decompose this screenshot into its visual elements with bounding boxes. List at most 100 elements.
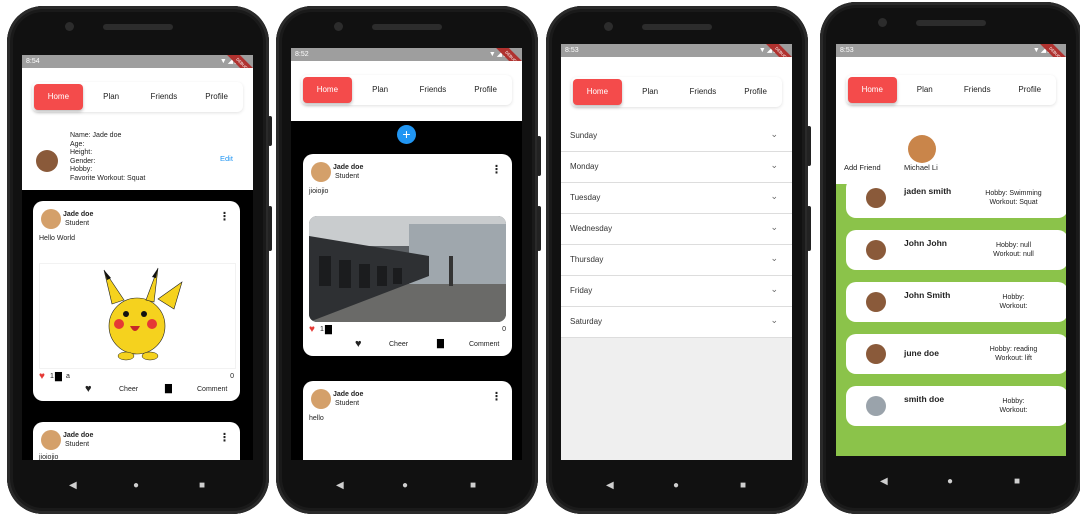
tab-plan[interactable]: Plan [87,84,136,110]
recents-icon[interactable]: ■ [740,480,746,491]
tab-plan[interactable]: Plan [901,77,950,103]
edit-button[interactable]: Edit [220,154,233,163]
day-row-tuesday[interactable]: Tuesday ⌄ [561,183,792,214]
back-icon[interactable]: ◀ [606,480,614,491]
speaker [372,24,442,30]
comment-count: a [66,373,70,380]
heart-filled-icon[interactable]: ♥ [309,324,315,335]
friend-name: Michael Li [904,163,938,172]
chevron-down-icon: ⌄ [770,129,778,139]
tab-friends[interactable]: Friends [140,84,189,110]
comment-total: 0 [502,326,506,333]
recents-icon[interactable]: ■ [1014,476,1020,487]
back-icon[interactable]: ◀ [69,480,77,491]
friend-hobby: Hobby: [1002,398,1025,405]
comment-button[interactable]: Comment [197,386,227,393]
feed: + Jade doe Student ⋮ jioiojio ♥ 1 ▇ 0 ♥ … [291,121,522,460]
more-vert-icon[interactable]: ⋮ [491,392,502,403]
friend-avatar-icon [866,396,886,416]
profile-height: Height: [70,149,93,156]
friend-card[interactable]: smith doe Hobby: Workout: [846,386,1066,426]
more-vert-icon[interactable]: ⋮ [219,212,230,223]
more-vert-icon[interactable]: ⋮ [219,433,230,444]
recents-icon[interactable]: ■ [199,480,205,491]
header: Home Plan Friends Profile [561,57,792,121]
day-label: Sunday [570,131,598,140]
user-avatar-icon [41,430,61,450]
home-icon[interactable]: ● [402,480,408,491]
day-row-thursday[interactable]: Thursday ⌄ [561,245,792,276]
comment-button[interactable]: Comment [469,341,499,348]
heart-filled-icon[interactable]: ♥ [39,371,45,382]
like-count: 1 [50,373,54,380]
screen: 8:52 ▼◢▮ DEBUG Home Plan Friends Profile… [291,48,522,460]
tab-home[interactable]: Home [303,77,352,103]
chat-icon[interactable]: ▇ [55,371,62,382]
home-icon[interactable]: ● [947,476,953,487]
back-icon[interactable]: ◀ [880,476,888,487]
comment-icon[interactable]: ▇ [437,338,444,349]
phone-friends: 8:53 ▼◢▮ DEBUG Home Plan Friends Profile… [820,2,1080,514]
chat-icon[interactable]: ▇ [325,324,332,335]
back-icon[interactable]: ◀ [336,480,344,491]
phone-plan: 8:53 ▼◢▮ DEBUG Home Plan Friends Profile… [546,6,811,514]
post-image [309,216,506,322]
friend-card[interactable]: june doe Hobby: reading Workout: lift [846,334,1066,374]
tab-home[interactable]: Home [573,79,622,105]
tab-profile[interactable]: Profile [731,79,780,105]
add-post-button[interactable]: + [397,125,416,144]
home-icon[interactable]: ● [673,480,679,491]
profile-avatar [36,150,58,172]
day-label: Wednesday [570,224,613,233]
friend-avatar[interactable] [908,135,936,163]
android-nav-bar: ◀ ● ■ [7,462,269,514]
chevron-down-icon: ⌄ [770,284,778,294]
tab-home[interactable]: Home [848,77,897,103]
tab-plan[interactable]: Plan [356,77,405,103]
tab-friends[interactable]: Friends [409,77,458,103]
more-vert-icon[interactable]: ⋮ [491,165,502,176]
day-row-wednesday[interactable]: Wednesday ⌄ [561,214,792,245]
tab-profile[interactable]: Profile [461,77,510,103]
day-row-friday[interactable]: Friday ⌄ [561,276,792,307]
home-icon[interactable]: ● [133,480,139,491]
friends-header: Home Plan Friends Profile Add Friend Mic… [836,57,1066,184]
chevron-down-icon: ⌄ [770,160,778,170]
user-avatar-icon [311,162,331,182]
tab-profile[interactable]: Profile [192,84,241,110]
tab-friends[interactable]: Friends [679,79,728,105]
post-role: Student [335,400,360,407]
friend-card[interactable]: John John Hobby: null Workout: null [846,230,1066,270]
phone-home: 8:54 ▼◢▮ DEBUG Home Plan Friends Profile… [7,6,272,514]
friend-avatar-icon [866,344,886,364]
friend-hobby: Hobby: reading [989,346,1038,353]
tab-plan[interactable]: Plan [626,79,675,105]
cheer-button[interactable]: Cheer [119,386,138,393]
day-label: Friday [570,286,593,295]
tab-friends[interactable]: Friends [953,77,1002,103]
volume-button [807,126,811,166]
tab-profile[interactable]: Profile [1006,77,1055,103]
day-label: Saturday [570,317,603,326]
add-friend-button[interactable]: Add Friend [844,163,881,172]
status-time: 8:52 [295,51,309,58]
gym-photo [309,216,506,322]
friend-workout: Workout: null [993,251,1034,258]
friend-card[interactable]: jaden smith Hobby: Swimming Workout: Squa… [846,178,1066,218]
cheer-button[interactable]: Cheer [389,341,408,348]
recents-icon[interactable]: ■ [470,480,476,491]
friend-card[interactable]: John Smith Hobby: Workout: [846,282,1066,322]
friend-hobby: Hobby: Swimming [985,190,1042,197]
day-row-saturday[interactable]: Saturday ⌄ [561,307,792,338]
day-row-monday[interactable]: Monday ⌄ [561,152,792,183]
camera [65,22,74,31]
day-row-sunday[interactable]: Sunday ⌄ [561,121,792,152]
status-bar: 8:53 ▼◢▮ DEBUG [561,44,792,74]
post-role: Student [65,220,90,227]
tab-home[interactable]: Home [34,84,83,110]
user-avatar-icon [311,389,331,409]
heart-icon[interactable]: ♥ [355,338,362,350]
post-card-2: Jade doe Student ⋮ jioiojio [33,422,240,460]
heart-icon[interactable]: ♥ [85,383,92,395]
comment-icon[interactable]: ▇ [165,383,172,394]
